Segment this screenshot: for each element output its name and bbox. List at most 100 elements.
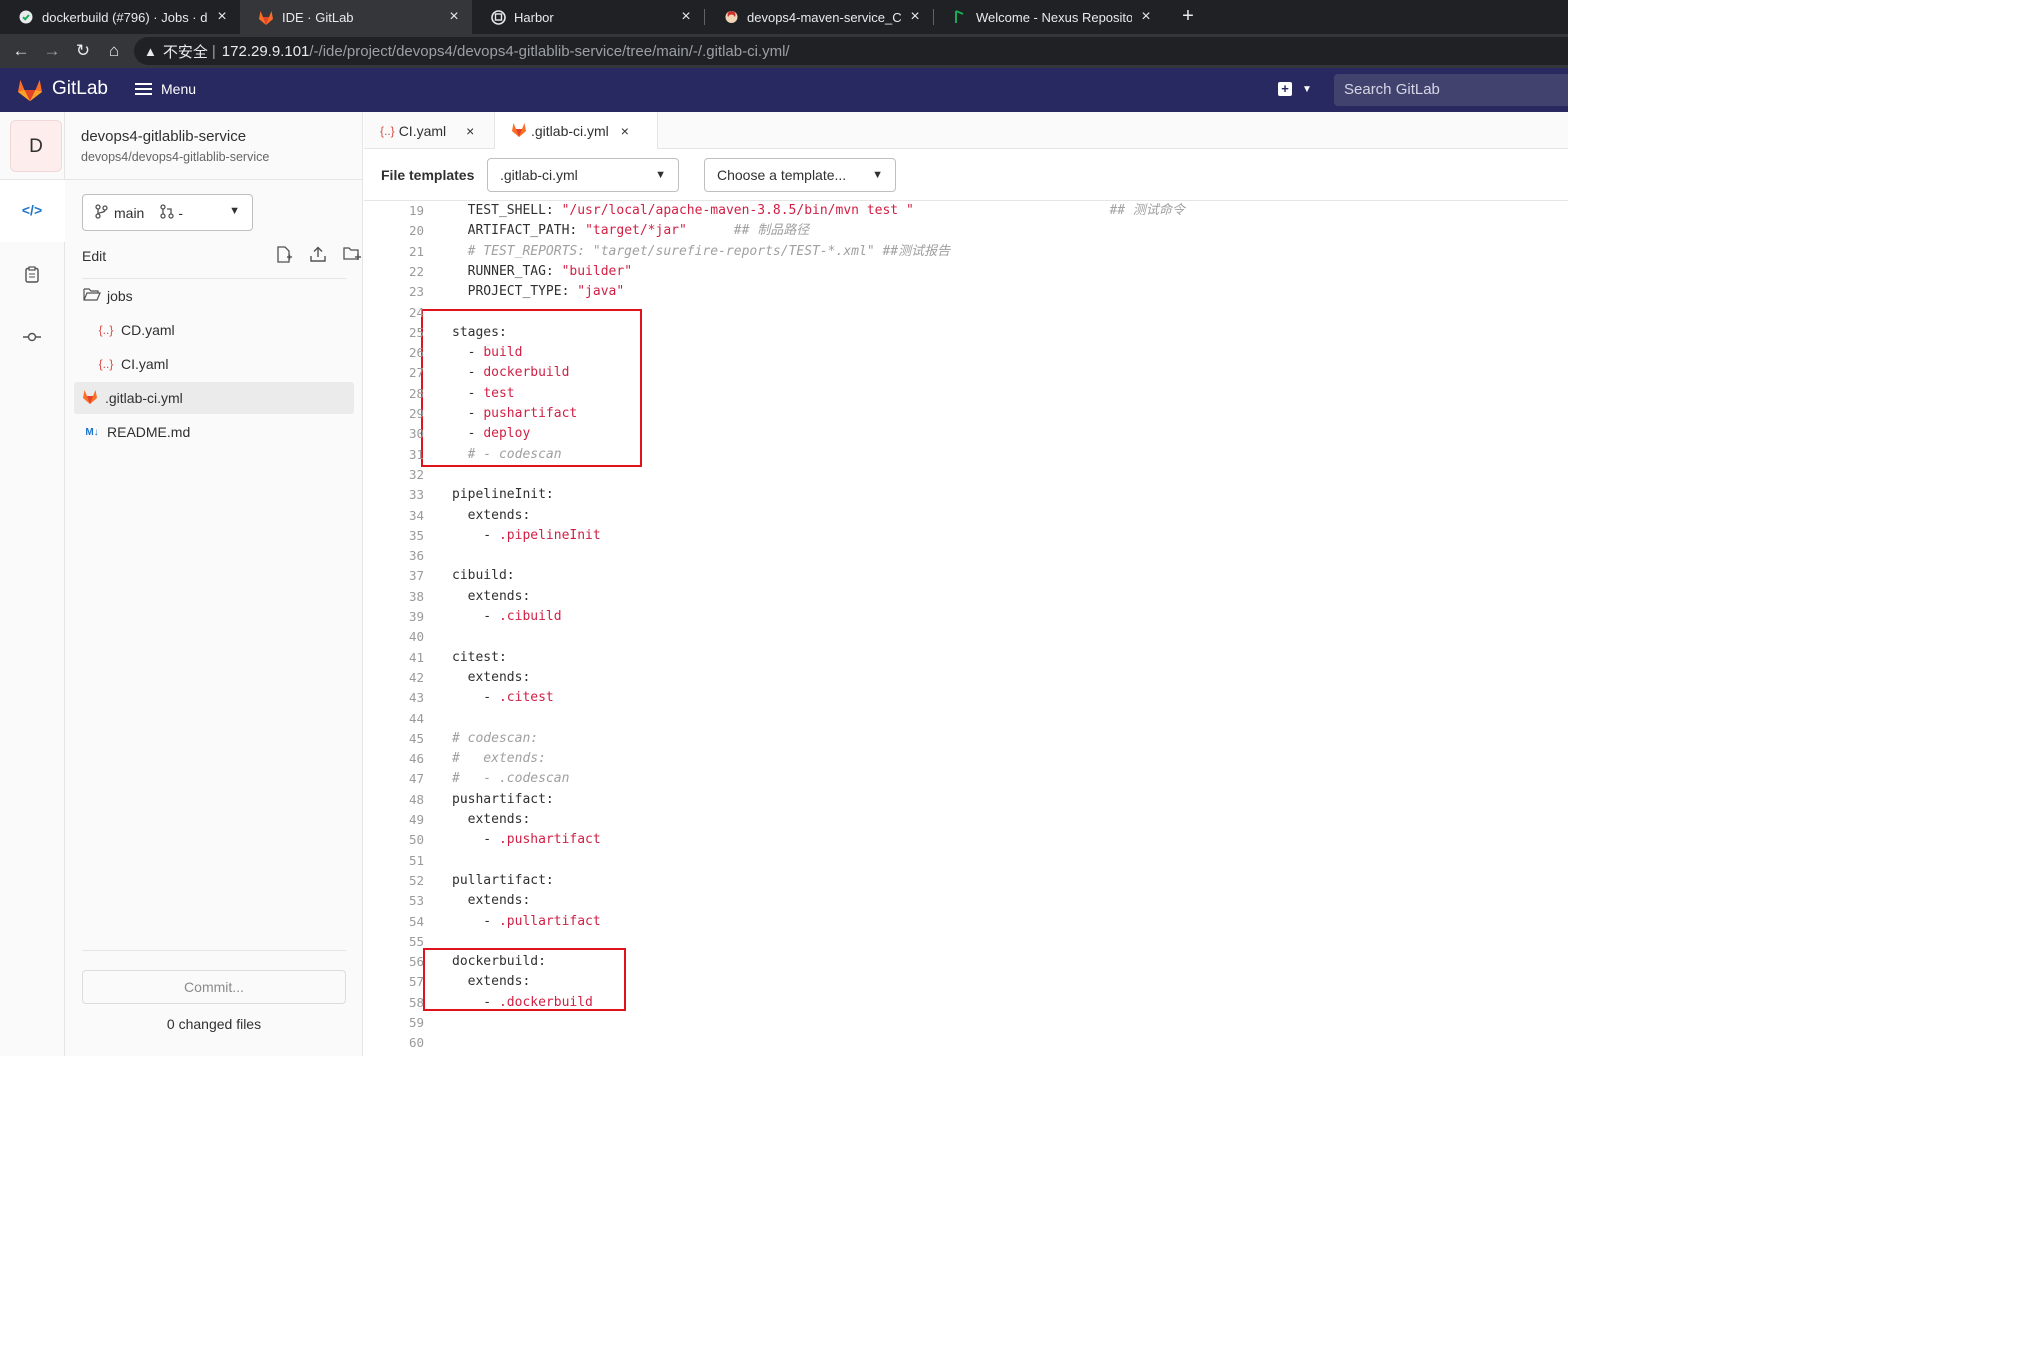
code-line[interactable]: 35 - .pipelineInit <box>364 526 1568 546</box>
gitlab-logo-icon[interactable] <box>16 78 44 102</box>
review-clipboard-icon[interactable] <box>18 266 46 288</box>
tree-file-cd-yaml[interactable]: {..} CD.yaml <box>95 314 353 346</box>
code-line[interactable]: 20 ARTIFACT_PATH: "target/*jar" ## 制品路径 <box>364 221 1568 241</box>
close-tab-icon[interactable]: × <box>446 8 462 26</box>
upload-icon[interactable] <box>307 246 329 267</box>
browser-tab-jenkins[interactable]: devops4-maven-service_CI #9 × <box>705 0 933 34</box>
tree-file-gitlab-ci[interactable]: .gitlab-ci.yml <box>74 382 354 414</box>
line-number: 31 <box>408 446 424 462</box>
browser-tab-harbor[interactable]: Harbor × <box>472 0 704 34</box>
code-text: pipelineInit: <box>452 487 554 503</box>
code-line[interactable]: 44 <box>364 709 1568 729</box>
project-name[interactable]: devops4-gitlablib-service <box>81 128 246 145</box>
browser-tab-nexus[interactable]: Welcome - Nexus Repository M × <box>934 0 1164 34</box>
code-text: - .cibuild <box>452 609 562 624</box>
code-line[interactable]: 22 RUNNER_TAG: "builder" <box>364 262 1568 282</box>
close-tab-icon[interactable]: × <box>214 8 230 26</box>
code-line[interactable]: 25 stages: <box>364 323 1568 343</box>
address-bar[interactable]: ▲ 不安全 | 172.29.9.101 /-/ide/project/devo… <box>134 37 1568 65</box>
code-line[interactable]: 33 pipelineInit: <box>364 485 1568 505</box>
code-line[interactable]: 45 # codescan: <box>364 729 1568 749</box>
code-line[interactable]: 56 dockerbuild: <box>364 952 1568 972</box>
code-line[interactable]: 53 extends: <box>364 891 1568 911</box>
code-line[interactable]: 57 extends: <box>364 972 1568 992</box>
code-line[interactable]: 37 cibuild: <box>364 566 1568 586</box>
code-line[interactable]: 58 - .dockerbuild <box>364 993 1568 1013</box>
code-text: extends: <box>452 669 531 685</box>
code-editor[interactable]: 19 TEST_SHELL: "/usr/local/apache-maven-… <box>364 201 1568 1056</box>
code-line[interactable]: 51 <box>364 851 1568 871</box>
new-dropdown-button[interactable]: + ▼ <box>1278 82 1312 96</box>
editor-tab-gitlab-ci[interactable]: .gitlab-ci.yml × <box>494 112 658 150</box>
reload-icon[interactable]: ↻ <box>71 39 95 63</box>
line-number: 20 <box>408 223 424 239</box>
code-line[interactable]: 50 - .pushartifact <box>364 830 1568 850</box>
code-line[interactable]: 30 - deploy <box>364 424 1568 444</box>
forward-icon[interactable]: → <box>40 39 64 63</box>
code-line[interactable]: 60 <box>364 1033 1568 1053</box>
code-line[interactable]: 31 # - codescan <box>364 445 1568 465</box>
code-line[interactable]: 28 - test <box>364 384 1568 404</box>
menu-button[interactable]: Menu <box>135 80 196 98</box>
tree-file-readme[interactable]: M↓ README.md <box>81 416 353 448</box>
plus-square-icon: + <box>1278 82 1292 96</box>
commit-button[interactable]: Commit... <box>82 970 346 1004</box>
search-input[interactable]: Search GitLab <box>1334 74 1568 106</box>
code-line[interactable]: 46 # extends: <box>364 749 1568 769</box>
gitlab-brand[interactable]: GitLab <box>52 78 108 100</box>
new-file-icon[interactable] <box>273 246 295 267</box>
branch-selector[interactable]: main - ▼ <box>82 194 253 231</box>
line-number: 19 <box>408 203 424 218</box>
close-tab-icon[interactable]: × <box>907 8 923 26</box>
code-line[interactable]: 23 PROJECT_TYPE: "java" <box>364 282 1568 302</box>
close-icon[interactable]: × <box>621 123 629 139</box>
code-line[interactable]: 24 <box>364 303 1568 323</box>
home-icon[interactable]: ⌂ <box>102 39 126 63</box>
tree-file-ci-yaml[interactable]: {..} CI.yaml <box>95 348 353 380</box>
code-line[interactable]: 49 extends: <box>364 810 1568 830</box>
line-number: 35 <box>408 527 424 543</box>
template-choice-select[interactable]: Choose a template... ▼ <box>704 158 896 192</box>
close-icon[interactable]: × <box>466 123 474 139</box>
back-icon[interactable]: ← <box>9 39 33 63</box>
editor-tab-ci-yaml[interactable]: {..} CI.yaml × <box>364 112 494 149</box>
divider <box>82 950 346 951</box>
code-line[interactable]: 55 <box>364 932 1568 952</box>
branch-name: main <box>114 204 145 221</box>
project-avatar[interactable]: D <box>10 120 62 172</box>
code-line[interactable]: 21 # TEST_REPORTS: "target/surefire-repo… <box>364 242 1568 262</box>
code-icon[interactable]: </> <box>18 202 46 224</box>
code-line[interactable]: 52 pullartifact: <box>364 871 1568 891</box>
code-line[interactable]: 34 extends: <box>364 506 1568 526</box>
tree-folder-jobs[interactable]: jobs <box>81 280 353 312</box>
tree-item-label: CI.yaml <box>121 356 169 372</box>
code-line[interactable]: 39 - .cibuild <box>364 607 1568 627</box>
code-line[interactable]: 41 citest: <box>364 648 1568 668</box>
code-line[interactable]: 38 extends: <box>364 587 1568 607</box>
code-line[interactable]: 27 - dockerbuild <box>364 363 1568 383</box>
code-line[interactable]: 29 - pushartifact <box>364 404 1568 424</box>
line-number: 52 <box>408 872 424 888</box>
code-line[interactable]: 48 pushartifact: <box>364 790 1568 810</box>
code-line[interactable]: 26 - build <box>364 343 1568 363</box>
browser-tab-jobs[interactable]: dockerbuild (#796) · Jobs · dev × <box>0 0 240 34</box>
code-line[interactable]: 47 # - .codescan <box>364 769 1568 789</box>
code-text: - build <box>452 345 523 361</box>
code-line[interactable]: 32 <box>364 465 1568 485</box>
template-type-select[interactable]: .gitlab-ci.yml ▼ <box>487 158 679 192</box>
close-tab-icon[interactable]: × <box>1138 8 1154 26</box>
close-tab-icon[interactable]: × <box>678 8 694 26</box>
code-line[interactable]: 36 <box>364 546 1568 566</box>
code-line[interactable]: 40 <box>364 627 1568 647</box>
line-number: 32 <box>408 466 424 482</box>
code-line[interactable]: 43 - .citest <box>364 688 1568 708</box>
code-line[interactable]: 59 <box>364 1013 1568 1033</box>
code-line[interactable]: 54 - .pullartifact <box>364 912 1568 932</box>
code-line[interactable]: 42 extends: <box>364 668 1568 688</box>
browser-tab-ide[interactable]: IDE · GitLab × <box>240 0 472 34</box>
new-tab-button[interactable]: + <box>1176 0 1200 34</box>
new-folder-icon[interactable] <box>341 246 363 267</box>
code-text: - .pipelineInit <box>452 527 601 543</box>
commit-icon[interactable] <box>18 330 46 352</box>
code-line[interactable]: 19 TEST_SHELL: "/usr/local/apache-maven-… <box>364 201 1568 221</box>
